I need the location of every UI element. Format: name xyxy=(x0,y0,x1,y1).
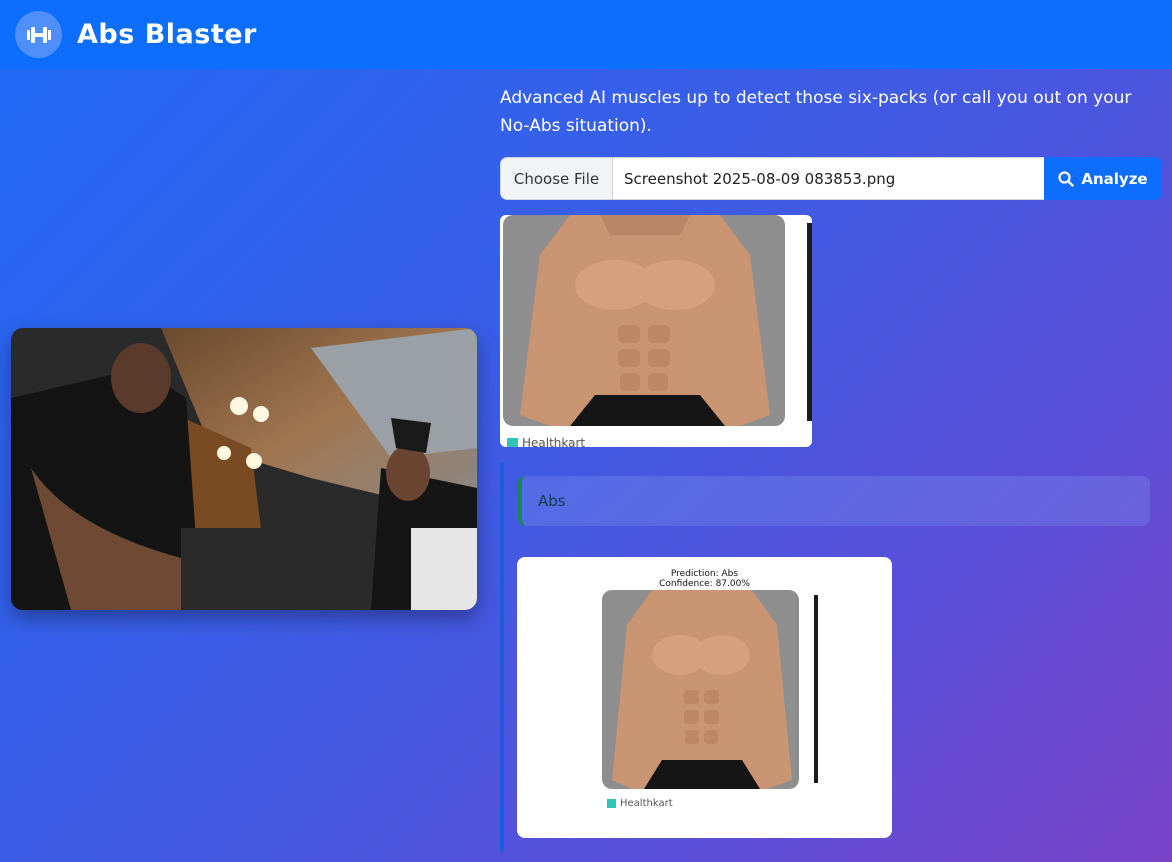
healthkart-logo-icon xyxy=(507,437,518,447)
dumbbell-icon xyxy=(26,26,51,43)
preview-watermark-text: Healthkart xyxy=(522,436,586,447)
result-label: Abs xyxy=(538,492,566,510)
tagline: Advanced AI muscles up to detect those s… xyxy=(500,88,1132,136)
result-image-card: Prediction: Abs Confidence: 87.00% Healt… xyxy=(517,557,892,838)
preview-watermark: Healthkart xyxy=(507,436,585,447)
analyze-button[interactable]: Analyze xyxy=(1044,157,1162,200)
result-alert: Abs xyxy=(518,476,1150,526)
file-name-field[interactable]: Screenshot 2025-08-09 083853.png xyxy=(613,157,1044,200)
search-icon xyxy=(1058,170,1075,187)
choose-file-button[interactable]: Choose File xyxy=(500,157,613,200)
healthkart-logo-icon xyxy=(607,799,616,808)
result-panel: Abs Prediction: Abs Confidence: 87.00% H… xyxy=(500,462,1172,852)
uploaded-image-preview: Healthkart xyxy=(500,215,812,447)
prediction-text: Prediction: Abs xyxy=(670,569,739,579)
hero-photo xyxy=(11,328,477,610)
result-watermark: Healthkart xyxy=(607,798,673,809)
brand-title[interactable]: Abs Blaster xyxy=(77,19,257,50)
confidence-text: Confidence: 87.00% xyxy=(659,579,750,589)
analyze-label: Analyze xyxy=(1081,169,1148,188)
result-caption: Prediction: Abs Confidence: 87.00% xyxy=(517,569,892,589)
result-watermark-text: Healthkart xyxy=(620,798,673,809)
navbar: Abs Blaster xyxy=(0,0,1172,69)
upload-form: Choose File Screenshot 2025-08-09 083853… xyxy=(500,157,1162,200)
logo[interactable] xyxy=(15,11,62,58)
